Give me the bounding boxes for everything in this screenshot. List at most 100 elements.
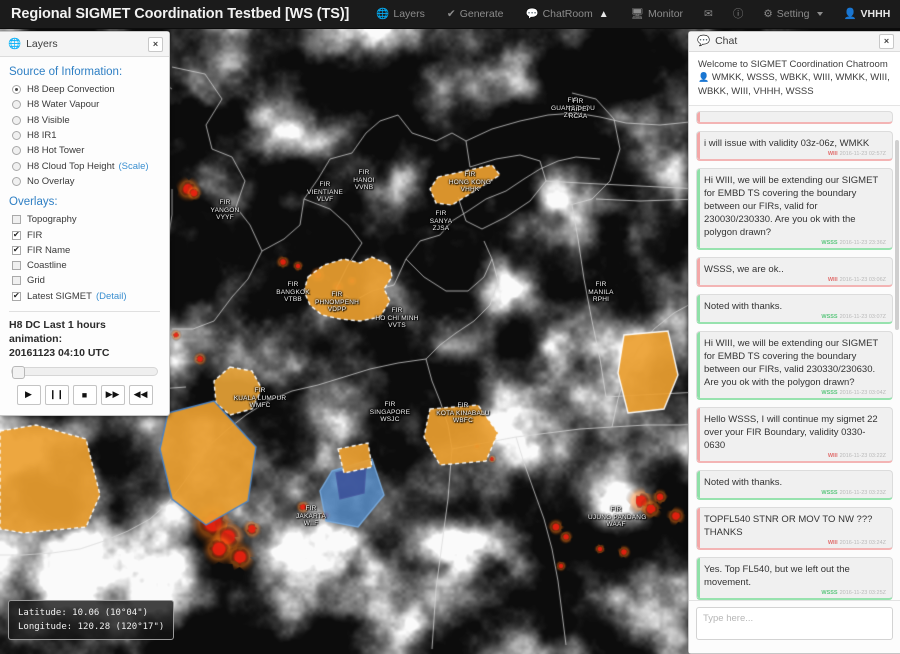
close-icon[interactable]: × [148, 36, 163, 52]
desktop-icon: 🖥 [630, 7, 645, 20]
chat-message: WSSS, we are ok.. WIII 2016-11-23 03:06Z [696, 257, 893, 288]
chat-message: Hi WIII, we will be extending our SIGMET… [696, 331, 893, 401]
animation-controls: ▶ ❙❙ ■ ▶▶ ◀◀ [9, 384, 160, 407]
envelope-icon: ✉ [704, 7, 713, 20]
source-option-1[interactable]: H8 Water Vapour [9, 97, 160, 112]
source-option-3[interactable]: H8 IR1 [9, 128, 160, 143]
chat-message-author: WSSS [821, 240, 838, 247]
chat-message-timestamp: 2016-11-23 03:06Z [839, 277, 886, 284]
radio-button[interactable] [12, 100, 21, 110]
chat-message-list[interactable]: i will issue with validity 03z-06z, WMKK… [689, 106, 900, 600]
chat-panel-title: Chat [715, 35, 738, 48]
source-option-label: H8 Cloud Top Height [27, 160, 115, 172]
checkbox[interactable] [12, 229, 21, 240]
chat-message-meta: WSSS 2016-11-23 03:04Z [704, 390, 886, 396]
chat-message-meta: WIII 2016-11-23 03:06Z [704, 277, 886, 283]
comment-icon: 💬 [697, 35, 711, 48]
nav-item-layers[interactable]: 🌐 Layers [365, 0, 436, 29]
radio-button[interactable] [12, 146, 21, 156]
layers-panel-title: Layers [26, 38, 58, 50]
overlay-option-4[interactable]: Grid [9, 273, 160, 288]
overlay-option-0[interactable]: Topography [9, 212, 160, 227]
comment-icon: 💬 [525, 7, 539, 20]
pause-button[interactable]: ❙❙ [44, 384, 69, 405]
chat-message: Noted with thanks. WSSS 2016-11-23 03:07Z [696, 294, 893, 325]
detail-link[interactable]: (Detail) [96, 291, 127, 302]
overlays-checkbox-group: Topography FIR FIR Name Coastline Grid Latest… [9, 212, 160, 304]
chat-message-meta: WSSS 2016-11-23 03:23Z [704, 490, 886, 496]
radio-button[interactable] [12, 131, 21, 141]
overlay-option-2[interactable]: FIR Name [9, 243, 160, 258]
latitude-value: Latitude: 10.06 (10°04") [18, 608, 149, 618]
stop-button[interactable]: ■ [72, 384, 97, 405]
checkbox[interactable] [12, 215, 21, 225]
source-radio-group: H8 Deep Convection H8 Water Vapour H8 Visi… [9, 82, 160, 189]
radio-button[interactable] [12, 176, 21, 186]
setting-label: Setting [776, 8, 810, 20]
globe-icon: 🌐 [8, 37, 22, 50]
chat-message: TOPFL540 STNR OR MOV TO NW ??? THANKS WII… [696, 507, 893, 551]
warning-triangle-icon: ▲ [598, 8, 609, 20]
chat-message-timestamp: 2016-11-23 03:07Z [839, 314, 886, 321]
layers-panel-body: Source of Information: H8 Deep Convectio… [0, 57, 169, 415]
source-option-label: H8 IR1 [27, 130, 57, 142]
source-option-5[interactable]: H8 Cloud Top Height (Scale) [9, 158, 160, 173]
nav-item-chatroom[interactable]: 💬 ChatRoom ▲ [514, 0, 619, 29]
play-button[interactable]: ▶ [16, 384, 41, 405]
chat-message-author: WIII [827, 151, 838, 158]
chat-message: i will issue with validity 03z-06z, WMKK… [696, 131, 893, 162]
user-menu[interactable]: 👤 VHHH [833, 0, 900, 29]
overlay-option-label: FIR [27, 229, 43, 241]
chat-message-timestamp: 2016-11-23 03:25Z [839, 590, 886, 597]
chat-message-text: Noted with thanks. [704, 301, 783, 313]
close-icon[interactable]: × [879, 33, 894, 49]
overlay-option-5[interactable]: Latest SIGMET (Detail) [9, 289, 160, 304]
user-icon: 👤 [843, 7, 857, 20]
chat-message-text: Hi WIII, we will be extending our SIGMET… [704, 175, 879, 239]
chat-message-text: Yes. Top FL540, but we left out the move… [704, 564, 850, 589]
help-button[interactable]: ⓘ [723, 0, 754, 29]
chat-message-meta: WSSS 2016-11-23 23:36Z [704, 240, 886, 246]
layers-panel-header: 🌐 Layers × [0, 32, 169, 57]
gear-icon: ⚙ [763, 7, 773, 20]
nav-item-generate[interactable]: ✔ Generate [436, 0, 515, 29]
checkbox[interactable] [12, 244, 21, 255]
radio-button[interactable] [12, 161, 21, 171]
chat-message-text: Noted with thanks. [704, 477, 783, 489]
radio-button[interactable] [12, 115, 21, 125]
chat-message-author: WIII [827, 540, 838, 547]
chat-panel-title-group: 💬 Chat [697, 35, 737, 47]
chat-message: Noted with thanks. WSSS 2016-11-23 03:23Z [696, 470, 893, 501]
overlay-option-1[interactable]: FIR [9, 227, 160, 242]
messages-button[interactable]: ✉ [694, 0, 723, 29]
chat-input[interactable] [696, 607, 893, 640]
checkbox[interactable] [12, 276, 21, 286]
source-option-0[interactable]: H8 Deep Convection [9, 82, 160, 97]
page-title: Regional SIGMET Coordination Testbed [WS… [11, 6, 350, 22]
nav-item-monitor[interactable]: 🖥 Monitor [620, 0, 694, 29]
radio-button[interactable] [12, 85, 21, 95]
overlay-option-label: Coastline [27, 260, 67, 272]
animation-title: H8 DC Last 1 hours animation: [9, 318, 106, 345]
animation-slider[interactable] [11, 365, 158, 379]
overlays-heading: Overlays: [9, 196, 58, 209]
setting-dropdown[interactable]: ⚙ Setting [753, 0, 833, 29]
source-of-information-heading: Source of Information: [9, 66, 123, 78]
rewind-button[interactable]: ◀◀ [128, 384, 153, 405]
chat-message-author: WSSS [821, 314, 838, 321]
chat-messages: i will issue with validity 03z-06z, WMKK… [696, 131, 893, 600]
scale-link[interactable]: (Scale) [119, 161, 149, 172]
chat-message-meta: WIII 2016-11-23 02:57Z [704, 151, 886, 157]
chat-message-text: Hello WSSS, I will continue my sigmet 22… [704, 414, 878, 452]
animation-slider-handle[interactable] [12, 365, 25, 379]
source-option-6[interactable]: No Overlay [9, 174, 160, 189]
source-option-4[interactable]: H8 Hot Tower [9, 143, 160, 158]
chat-scrollbar[interactable] [895, 140, 899, 330]
checkbox[interactable] [12, 261, 21, 271]
checkbox[interactable] [12, 290, 21, 301]
chat-message: Hi WIII, we will be extending our SIGMET… [696, 168, 893, 251]
overlay-option-3[interactable]: Coastline [9, 258, 160, 273]
source-option-2[interactable]: H8 Visible [9, 113, 160, 128]
forward-button[interactable]: ▶▶ [100, 384, 125, 405]
panel-divider [9, 310, 160, 312]
